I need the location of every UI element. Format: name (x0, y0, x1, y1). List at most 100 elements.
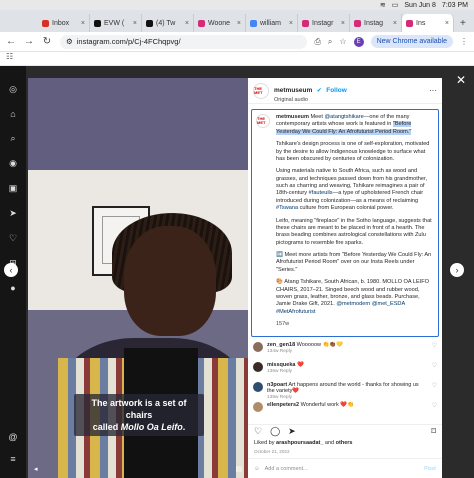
instagram-page: ◎ ⌂ ⌕ ◉ ▣ ➤ ♡ ⊞ ● @ ≡ ‹ › ✕ The artwork … (0, 66, 474, 478)
comment-like-icon[interactable]: ♡ (432, 362, 437, 369)
menu-icon[interactable]: ≡ (10, 454, 15, 464)
caption-p3-e: culture from European colonial power. (298, 205, 394, 212)
profile-icon[interactable]: ● (10, 283, 15, 293)
follow-button[interactable]: Follow (326, 87, 347, 94)
browser-tab[interactable]: Woone × (194, 14, 246, 32)
person-face (124, 226, 216, 336)
commenter-avatar[interactable] (253, 362, 263, 372)
comment-text: Wonderful work ❤️👏 (300, 402, 354, 408)
caption-paragraph-2: Tshikare's design process is one of self… (276, 141, 430, 162)
tab-close-icon[interactable]: × (133, 20, 137, 27)
original-audio-link[interactable]: Original audio (274, 97, 347, 103)
comment-icon[interactable]: ◯ (270, 426, 280, 437)
tab-close-icon[interactable]: × (81, 20, 85, 27)
explore-icon[interactable]: ◉ (9, 158, 17, 169)
browser-tab[interactable]: EVW (× (90, 14, 142, 32)
tab-close-icon[interactable]: × (289, 20, 293, 27)
add-comment-row: ☺ Add a comment... Post (248, 458, 442, 478)
commenter-username[interactable]: zen_gen18 (267, 342, 295, 348)
tab-favicon-icon (198, 19, 205, 27)
search-lens-icon[interactable]: ⌕ (328, 37, 332, 47)
new-chrome-available-button[interactable]: New Chrome available (370, 35, 453, 48)
caption-avatar[interactable]: THE MET (256, 114, 270, 128)
comment-meta[interactable]: 134w Reply (267, 349, 343, 354)
liked-by-user[interactable]: arashpoursaadat_ (276, 440, 323, 446)
previous-post-arrow-icon[interactable]: ‹ (4, 263, 18, 277)
hashtag-fauteuils[interactable]: #fauteuils (309, 190, 333, 196)
comment-like-icon[interactable]: ♡ (432, 382, 437, 389)
artist-mention-link[interactable]: @atangtshikare (325, 114, 364, 120)
threads-icon[interactable]: @ (8, 432, 17, 442)
save-bookmark-icon[interactable]: ⌑ (431, 426, 436, 437)
comment-like-icon[interactable]: ♡ (432, 342, 437, 349)
comment-meta[interactable]: 136w Reply (267, 369, 304, 374)
close-modal-icon[interactable]: ✕ (456, 73, 466, 87)
notifications-icon[interactable]: ♡ (9, 233, 17, 244)
new-tab-button[interactable]: + (454, 18, 472, 32)
tab-close-icon[interactable]: × (393, 20, 397, 27)
tag-icon[interactable]: ▤ (235, 465, 242, 473)
commenter-avatar[interactable] (253, 402, 263, 412)
emoji-icon[interactable]: ☺ (254, 466, 260, 472)
browser-tab[interactable]: Instag × (350, 14, 402, 32)
instagram-logo-icon[interactable]: ◎ (9, 84, 17, 95)
browser-tab[interactable]: Inbox × (38, 14, 90, 32)
liked-by: Liked by arashpoursaadat_ and others (254, 440, 352, 446)
browser-tab[interactable]: william × (246, 14, 298, 32)
profile-avatar[interactable]: E (353, 36, 364, 47)
commenter-username[interactable]: missqueka (267, 362, 295, 368)
reels-icon[interactable]: ▣ (9, 183, 18, 194)
back-button[interactable]: ← (6, 36, 16, 47)
tab-close-icon[interactable]: × (237, 20, 241, 27)
more-options-icon[interactable]: ··· (429, 86, 437, 95)
install-icon[interactable]: ⎙ (315, 37, 321, 47)
tab-close-icon[interactable]: × (445, 20, 449, 27)
comment-body: missqueka ❤️ 136w Reply (267, 362, 304, 374)
caption-username[interactable]: metmuseum (276, 114, 309, 120)
home-icon[interactable]: ⌂ (10, 109, 15, 119)
site-info-icon[interactable]: ⚙ (66, 37, 73, 46)
tab-strip: Inbox × EVW (× (4) Tw × Woone × william × Instagr… (0, 10, 474, 32)
tab-close-icon[interactable]: × (185, 20, 189, 27)
like-heart-icon[interactable]: ♡ (254, 426, 262, 437)
apps-grid-icon[interactable]: ☷ (6, 52, 13, 61)
search-icon[interactable]: ⌕ (10, 133, 15, 144)
comment-like-icon[interactable]: ♡ (432, 402, 437, 409)
met-logo-avatar[interactable]: THE MET (253, 82, 269, 99)
messages-icon[interactable]: ➤ (9, 208, 17, 219)
commenter-avatar[interactable] (253, 382, 263, 392)
tab-favicon-icon (146, 19, 153, 27)
commenter-avatar[interactable] (253, 342, 263, 352)
hashtag-tswana[interactable]: #Tswana (276, 205, 298, 211)
comment-meta[interactable]: 138w Reply (267, 395, 428, 400)
tab-favicon-icon (94, 19, 101, 27)
comment-row: n3poart Art happens around the world - t… (248, 380, 442, 400)
commenter-username[interactable]: ellenpeters2 (267, 402, 299, 408)
browser-tab[interactable]: Ins × (402, 14, 454, 32)
bookmark-star-icon[interactable]: ☆ (339, 37, 346, 46)
post-username[interactable]: metmuseum (274, 87, 312, 94)
forward-button[interactable]: → (24, 36, 34, 47)
audio-icon[interactable]: ◂ (34, 465, 38, 473)
address-bar[interactable]: ⚙ instagram.com/p/Cj-4FChqpvg/ (60, 34, 307, 49)
menubar-date: Sun Jun 8 (404, 1, 436, 9)
reload-button[interactable]: ↻ (42, 36, 52, 47)
comment-text: Art happens around the world - thanks fo… (267, 382, 419, 394)
battery-icon[interactable]: ▭ (392, 1, 399, 9)
kebab-menu-icon[interactable]: ⋮ (460, 37, 468, 46)
tab-close-icon[interactable]: × (341, 20, 345, 27)
liked-by-others[interactable]: others (336, 440, 353, 446)
reel-video[interactable]: The artwork is a set of chairs called Mo… (28, 78, 248, 478)
caption-italic-title: Mollo Oa Leifo (120, 422, 183, 433)
post-comment-button[interactable]: Post (424, 466, 436, 472)
add-comment-input[interactable]: Add a comment... (265, 466, 308, 472)
wifi-icon[interactable]: ≋ (380, 1, 386, 9)
next-post-arrow-icon[interactable]: › (450, 263, 464, 277)
post-header: THE MET metmuseum ✔ Follow Original audi… (248, 78, 442, 104)
verified-badge-icon: ✔ (316, 87, 322, 94)
browser-toolbar: ← → ↻ ⚙ instagram.com/p/Cj-4FChqpvg/ ⎙ ⌕… (0, 32, 474, 52)
browser-tab[interactable]: Instagr × (298, 14, 350, 32)
browser-tab[interactable]: (4) Tw × (142, 14, 194, 32)
share-icon[interactable]: ➤ (288, 426, 296, 437)
comment-row: ellenpeters2 Wonderful work ❤️👏 ♡ (248, 400, 442, 420)
